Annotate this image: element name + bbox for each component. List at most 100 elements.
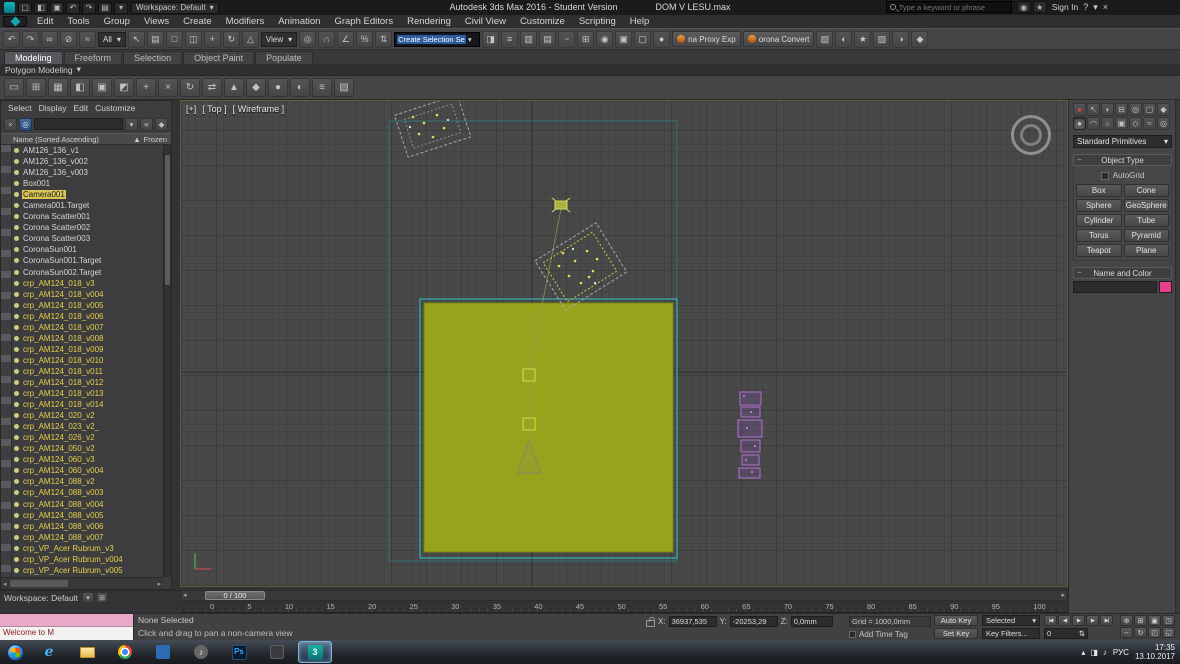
- select-and-scale-icon[interactable]: △: [242, 31, 259, 48]
- explorer-settings-icon[interactable]: ◆: [155, 118, 168, 131]
- target-helper[interactable]: [523, 418, 535, 430]
- ribbon-tool-icon[interactable]: ▲: [224, 78, 244, 97]
- menu-item[interactable]: Tools: [60, 15, 96, 28]
- scatter-gizmo-mid[interactable]: [535, 223, 627, 310]
- time-slider-handle[interactable]: 0 / 100: [205, 591, 265, 600]
- corona-convert-button[interactable]: orona Convert: [743, 31, 815, 47]
- geometry-category-icon[interactable]: ●: [1073, 117, 1086, 130]
- app-dark-icon[interactable]: [260, 641, 294, 663]
- shapes-category-icon[interactable]: ◠: [1087, 117, 1100, 130]
- object-name-field[interactable]: [1073, 281, 1157, 293]
- save-file-icon[interactable]: ▣: [50, 2, 64, 14]
- select-by-name-icon[interactable]: ▤: [147, 31, 164, 48]
- viewport-top[interactable]: [+] [ Top ] [ Wireframe ]: [180, 100, 1068, 587]
- previous-frame-arrow-icon[interactable]: ◂: [183, 591, 187, 599]
- y-coordinate-field[interactable]: -20253,29: [730, 616, 778, 627]
- list-item[interactable]: AM126_136_v002: [14, 156, 163, 167]
- modify-tab-icon[interactable]: ◗: [1101, 103, 1114, 116]
- scroll-left-icon[interactable]: ◂: [3, 580, 7, 588]
- current-frame-field[interactable]: 0 ⇅: [1044, 628, 1088, 639]
- list-item[interactable]: AM126_136_v003: [14, 167, 163, 178]
- autogrid-checkbox[interactable]: [1101, 172, 1109, 180]
- spinner-icon[interactable]: ⇅: [1079, 629, 1085, 638]
- ribbon-tool-icon[interactable]: ▭: [4, 78, 24, 97]
- list-item[interactable]: crp_AM124_023_v2_: [14, 421, 163, 432]
- select-and-rotate-icon[interactable]: ↻: [223, 31, 240, 48]
- menu-item[interactable]: Civil View: [458, 15, 513, 28]
- list-item[interactable]: crp_AM124_088_v006: [14, 521, 163, 532]
- ribbon-tab[interactable]: Object Paint: [183, 51, 254, 64]
- menu-item[interactable]: Edit: [30, 15, 60, 28]
- named-selection-set-field[interactable]: Create Selection Se ▾: [394, 32, 480, 47]
- object-color-swatch[interactable]: [1159, 281, 1172, 293]
- list-item[interactable]: crp_AM124_088_v2: [14, 476, 163, 487]
- render-setup-icon[interactable]: ▣: [615, 31, 632, 48]
- target-helper[interactable]: [523, 369, 535, 381]
- curve-editor-icon[interactable]: ~: [558, 31, 575, 48]
- toolbar-extra-icon[interactable]: ◆: [911, 31, 928, 48]
- list-item[interactable]: AM126_136_v1: [14, 145, 163, 156]
- chevron-down-icon[interactable]: ▾: [77, 64, 81, 75]
- list-item[interactable]: crp_AM124_018_v006: [14, 311, 163, 322]
- list-item[interactable]: crp_AM124_026_v2: [14, 432, 163, 443]
- list-item[interactable]: Corona Scatter003: [14, 233, 163, 244]
- ribbon-tool-icon[interactable]: +: [136, 78, 156, 97]
- ribbon-tool-icon[interactable]: ▣: [92, 78, 112, 97]
- primitive-button[interactable]: Cylinder: [1076, 214, 1122, 227]
- list-item[interactable]: crp_AM124_088_v005: [14, 510, 163, 521]
- zoom-icon[interactable]: ⊕: [1120, 615, 1133, 626]
- ribbon-tool-icon[interactable]: ≡: [312, 78, 332, 97]
- undo-quick-icon[interactable]: ↶: [66, 2, 80, 14]
- display-filter-icon[interactable]: ▾: [125, 118, 138, 131]
- menu-item[interactable]: Customize: [513, 15, 572, 28]
- select-object-icon[interactable]: ↖: [128, 31, 145, 48]
- selection-set-dropdown[interactable]: Selected ▾: [982, 615, 1040, 626]
- max-app-icon[interactable]: 3: [298, 641, 332, 663]
- project-folder-icon[interactable]: ▤: [98, 2, 112, 14]
- primitive-button[interactable]: Torus: [1076, 229, 1122, 242]
- field-of-view-icon[interactable]: ◰: [1148, 627, 1161, 638]
- scene-explorer-icon[interactable]: ▥: [520, 31, 537, 48]
- material-editor-icon[interactable]: ◉: [596, 31, 613, 48]
- workspace-menu-icon[interactable]: ▾: [82, 592, 94, 603]
- redo-quick-icon[interactable]: ↷: [82, 2, 96, 14]
- align-icon[interactable]: ≡: [501, 31, 518, 48]
- selection-region-icon[interactable]: □: [166, 31, 183, 48]
- proxy-objects-purple[interactable]: [738, 392, 762, 478]
- volume-icon[interactable]: ♪: [1103, 648, 1107, 657]
- corona-proxy-export-button[interactable]: na Proxy Exp: [672, 31, 741, 47]
- primitive-button[interactable]: Box: [1076, 184, 1122, 197]
- zoom-extents-all-icon[interactable]: ◳: [1162, 615, 1175, 626]
- max-app-button[interactable]: [3, 16, 27, 27]
- time-slider[interactable]: 0 / 100 ◂ ▸: [180, 590, 1068, 601]
- motion-tab-icon[interactable]: ◎: [1129, 103, 1142, 116]
- primitive-button[interactable]: Teapot: [1076, 244, 1122, 257]
- systems-category-icon[interactable]: ◎: [1157, 117, 1170, 130]
- explorer-search-box[interactable]: [34, 118, 123, 130]
- menu-item[interactable]: Animation: [271, 15, 327, 28]
- quick-access-menu-icon[interactable]: ▾: [114, 2, 128, 14]
- ribbon-tab[interactable]: Populate: [255, 51, 313, 64]
- primitive-button[interactable]: Cone: [1124, 184, 1170, 197]
- scatter-gizmo-top[interactable]: [395, 101, 471, 157]
- utilities-tab-icon[interactable]: ◆: [1157, 103, 1170, 116]
- primitive-button[interactable]: Sphere: [1076, 199, 1122, 212]
- list-item[interactable]: crp_AM124_020_v2: [14, 410, 163, 421]
- explorer-search-input[interactable]: [35, 125, 122, 135]
- explorer-menu-item[interactable]: Edit: [71, 103, 92, 113]
- ribbon-tool-icon[interactable]: ◐: [290, 78, 310, 97]
- explorer-column-header[interactable]: Name (Sorted Ascending) ▲ Frozen: [1, 133, 171, 145]
- object-type-rollout[interactable]: − Object Type: [1073, 154, 1172, 166]
- mirror-icon[interactable]: ◨: [482, 31, 499, 48]
- unlink-selection-icon[interactable]: ⊘: [60, 31, 77, 48]
- toolbar-extra-icon[interactable]: ▨: [873, 31, 890, 48]
- toolbar-extra-icon[interactable]: ◑: [892, 31, 909, 48]
- select-and-manipulate-icon[interactable]: ◎: [299, 31, 316, 48]
- app-blue-icon[interactable]: [146, 641, 180, 663]
- window-crossing-icon[interactable]: ◫: [185, 31, 202, 48]
- action-center-icon[interactable]: ◨: [1090, 648, 1098, 657]
- explorer-menu-item[interactable]: Select: [5, 103, 35, 113]
- set-key-button[interactable]: Set Key: [934, 628, 978, 639]
- percent-snap-icon[interactable]: %: [356, 31, 373, 48]
- photoshop-icon[interactable]: Ps: [222, 641, 256, 663]
